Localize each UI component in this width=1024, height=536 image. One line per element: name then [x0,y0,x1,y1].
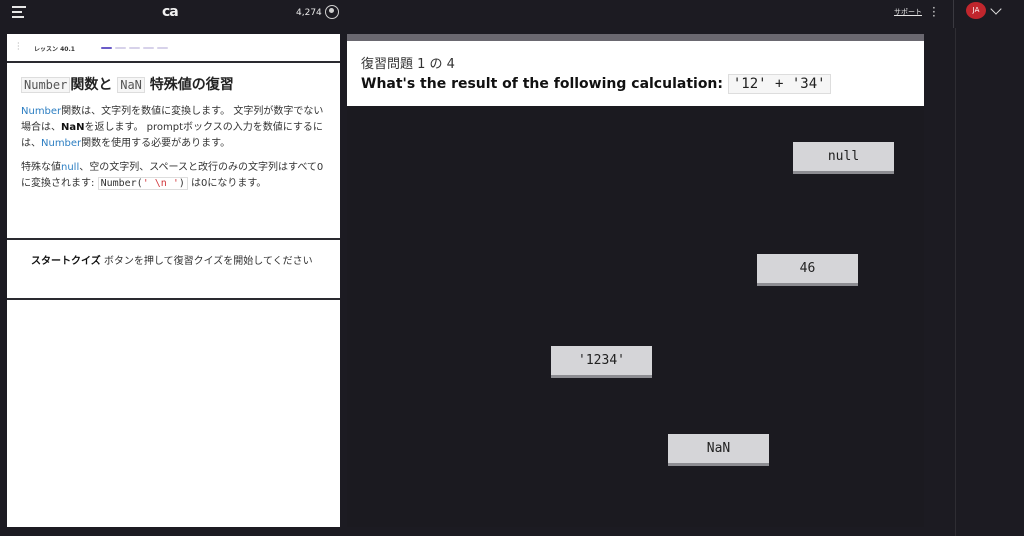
lesson-paragraph: 特殊な値null、空の文字列、スペースと改行のみの文字列はすべて0に変換されます… [21,160,326,192]
app-logo[interactable]: ca [162,4,179,20]
quiz-question: What's the result of the following calcu… [361,74,910,94]
lesson-paragraph: Number関数は、文字列を数値に変換します。 文字列が数字でない場合は、NaN… [21,104,326,152]
keyword: Number [41,138,82,149]
lesson-title: Number 関数と NaN 特殊値の復習 [21,74,326,94]
lesson-label: レッスン 40.1 [34,46,75,53]
title-text: 特殊値の復習 [149,77,234,93]
inline-code: Number(' \n ') [97,177,188,190]
sidebar-divider [955,28,956,536]
menu-icon[interactable] [12,6,26,18]
quiz-progress-bar [347,34,924,41]
avatar[interactable]: JA [966,2,986,19]
support-link[interactable]: サポート [894,7,922,17]
keyword: null [61,162,80,173]
lesson-progress [101,47,168,49]
code-fn: Number( [100,178,143,189]
code-close: ) [178,178,185,189]
chevron-down-icon[interactable] [990,3,1002,15]
progress-step [157,47,168,49]
question-text: What's the result of the following calcu… [361,76,728,92]
more-options-icon[interactable]: · · · [932,2,936,22]
lesson-header: · · · レッスン 40.1 [7,34,340,63]
keyword-bold: NaN [61,122,85,133]
progress-step [143,47,154,49]
answer-option[interactable]: NaN [668,434,769,466]
quiz-area: 復習問題 1 の 4 What's the result of the foll… [347,34,924,527]
lesson-content: Number 関数と NaN 特殊値の復習 Number関数は、文字列を数値に変換… [7,63,340,240]
title-code: Number [21,77,71,93]
text: 関数を使用する必要があります。 [81,138,231,149]
progress-step [129,47,140,49]
start-quiz-text: スタートクイズ ボタンを押して復習クイズを開始してください [31,254,316,269]
text: ボタンを押して復習クイズを開始してください [100,256,313,267]
top-bar: ca 4,274 サポート · · · JA [0,0,1024,28]
answer-option[interactable]: '1234' [551,346,652,378]
quiz-header: 復習問題 1 の 4 What's the result of the foll… [347,41,924,106]
progress-step [101,47,112,49]
answer-option[interactable]: 46 [757,254,858,286]
keyword: Number [21,106,62,117]
text: は0になります。 [187,178,267,189]
title-text: 関数と [70,77,113,93]
answer-option[interactable]: null [793,142,894,174]
question-code: '12' + '34' [727,74,831,94]
points-count: 4,274 [296,8,322,18]
text: 特殊な値 [21,162,61,173]
topbar-divider [953,0,954,28]
code-str: ' \n ' [142,178,179,189]
quiz-counter: 復習問題 1 の 4 [361,57,455,72]
start-quiz-box: スタートクイズ ボタンを押して復習クイズを開始してください [7,240,340,300]
title-code: NaN [117,77,145,93]
drag-handle-icon[interactable]: · · · [17,40,20,54]
user-profile-icon[interactable] [325,5,339,19]
start-quiz-label: スタートクイズ [31,256,101,267]
lesson-panel: · · · レッスン 40.1 Number 関数と NaN 特殊値の復習 Numbe… [7,34,340,527]
progress-step [115,47,126,49]
